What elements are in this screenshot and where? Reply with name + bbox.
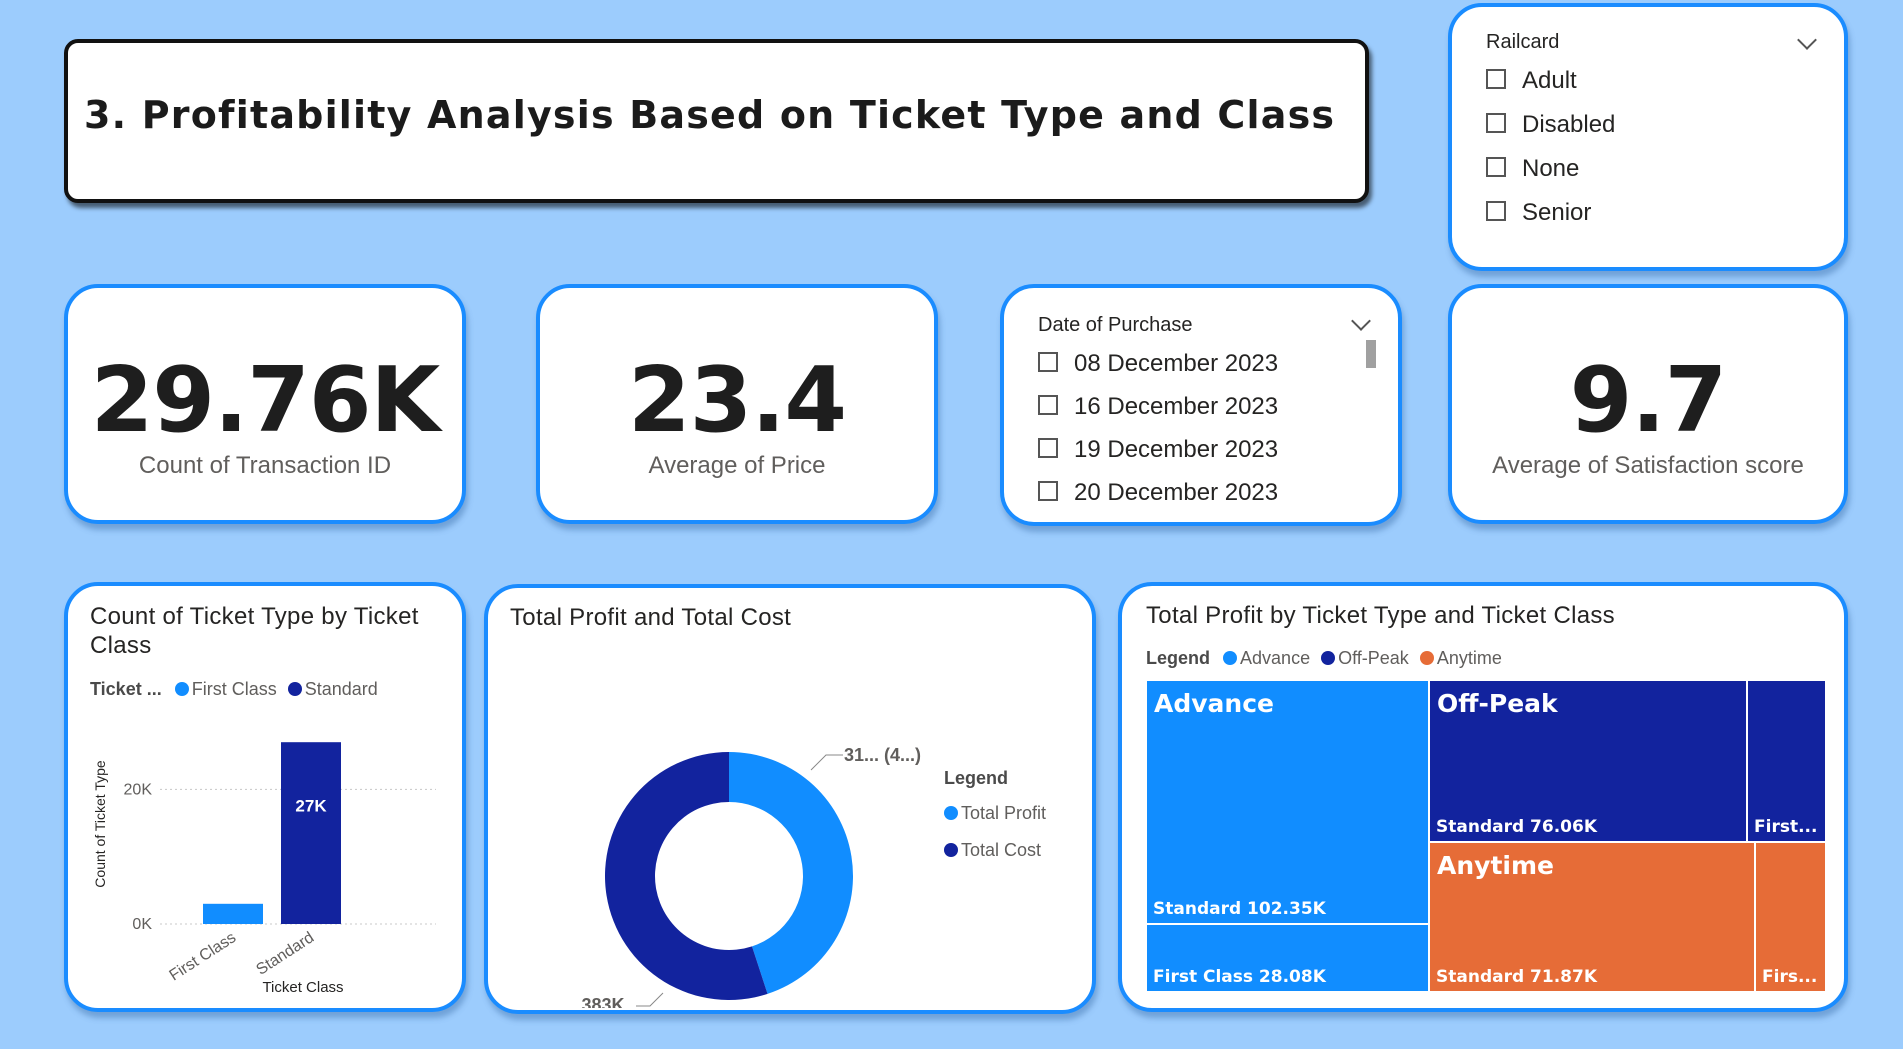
donut-legend-title: Legend [944, 768, 1009, 788]
y-tick-label: 20K [124, 781, 153, 798]
date-slicer-header: Date of Purchase [1038, 314, 1193, 336]
kpi-card-transactions: 29.76K Count of Transaction ID [64, 284, 466, 524]
y-tick-label: 0K [132, 916, 152, 933]
legend-dot [1223, 651, 1238, 665]
kpi-label: Count of Transaction ID [138, 452, 392, 479]
leader-line [810, 754, 843, 771]
leader-line [636, 992, 664, 1007]
checkbox[interactable] [1038, 395, 1058, 415]
treemap-legend: Legend Advance Off-Peak Anytime [1146, 648, 1502, 669]
bar-chart-plot: 0K 20K First Class Standard 27K Ticket Class C… [92, 742, 436, 996]
kpi-card-satisfaction: 9.7 Average of Satisfaction score [1448, 284, 1848, 524]
y-axis-title: Count of Ticket Type [92, 760, 108, 888]
bar-chart-title: Count of Ticket Type by Ticket Class [90, 603, 419, 659]
legend-item-advance[interactable]: Advance [1223, 648, 1310, 668]
legend-dot [944, 806, 958, 820]
treemap-group-label: Anytime [1437, 851, 1554, 880]
legend-title: Legend [1146, 648, 1211, 668]
kpi-label: Average of Price [648, 452, 826, 479]
x-tick-label: Standard [253, 929, 317, 979]
page-title: 3. Profitability Analysis Based on Ticke… [84, 93, 1336, 137]
checkbox[interactable] [1038, 438, 1058, 458]
legend-item-anytime[interactable]: Anytime [1419, 648, 1502, 668]
x-tick-label: First Class [167, 929, 240, 984]
scrollbar-thumb[interactable] [1366, 340, 1376, 368]
chevron-down-icon[interactable] [1351, 311, 1371, 331]
kpi-card-price: 23.4 Average of Price [536, 284, 938, 524]
treemap-cell-label: Standard 71.87K [1436, 967, 1598, 987]
legend-dot [1321, 651, 1336, 665]
data-label: 27K [295, 796, 327, 815]
legend-dot [944, 843, 958, 857]
legend-item-first-class[interactable]: First Class [174, 679, 277, 699]
donut-chart-title: Total Profit and Total Cost [510, 604, 792, 631]
treemap-cell-advance-standard[interactable]: Advance Standard 102.35K [1146, 680, 1429, 924]
legend-dot [287, 682, 302, 696]
railcard-slicer-header: Railcard [1486, 31, 1560, 53]
bar-chart-card: Count of Ticket Type by Ticket Class Tic… [64, 582, 466, 1012]
treemap-plot: Advance Standard 102.35K First Class 28.… [1146, 680, 1826, 992]
bar-standard [281, 742, 341, 924]
legend-item-off-peak[interactable]: Off-Peak [1321, 648, 1409, 668]
treemap-cell-offpeak-standard[interactable]: Off-Peak Standard 76.06K [1429, 680, 1747, 842]
donut-label-cost-value: 383K [581, 995, 624, 1008]
kpi-value: 29.76K [90, 348, 440, 453]
title-box: 3. Profitability Analysis Based on Ticke… [64, 39, 1369, 203]
treemap-cell-label: First... [1754, 817, 1818, 837]
kpi-label: Average of Satisfaction score [1492, 452, 1804, 479]
checkbox[interactable] [1486, 113, 1506, 133]
railcard-slicer[interactable]: Railcard Adult Disabled None Senior [1448, 3, 1848, 271]
kpi-value: 23.4 [627, 348, 847, 453]
treemap-cell-label: First Class 28.08K [1153, 967, 1326, 987]
legend-title: Ticket ... [90, 679, 162, 699]
checkbox[interactable] [1038, 481, 1058, 501]
donut-label-profit: 31... (4...) [844, 745, 921, 765]
treemap-title: Total Profit by Ticket Type and Ticket C… [1146, 602, 1615, 629]
treemap-card: Total Profit by Ticket Type and Ticket C… [1118, 582, 1848, 1012]
treemap-group-label: Advance [1154, 689, 1274, 718]
legend-item-total-cost[interactable]: Total Cost [944, 840, 1041, 861]
kpi-value: 9.7 [1569, 348, 1727, 453]
legend-item-standard[interactable]: Standard [287, 679, 378, 699]
treemap-cell-label: Firs... [1762, 967, 1818, 987]
chevron-down-icon[interactable] [1797, 30, 1817, 50]
treemap-cell-label: Standard 76.06K [1436, 817, 1598, 837]
legend-dot [174, 682, 189, 696]
treemap-cell-anytime-first[interactable]: Firs... [1755, 842, 1826, 992]
treemap-group-label: Off-Peak [1437, 689, 1558, 718]
treemap-cell-label: Standard 102.35K [1153, 899, 1326, 919]
bar-first-class [203, 903, 263, 924]
x-axis-title: Ticket Class [262, 979, 343, 996]
checkbox[interactable] [1038, 352, 1058, 372]
bar-chart-legend: Ticket ... First Class Standard [90, 679, 378, 700]
legend-item-total-profit[interactable]: Total Profit [944, 803, 1046, 824]
checkbox[interactable] [1486, 201, 1506, 221]
legend-dot [1419, 651, 1434, 665]
donut-chart-plot: 31... (4...)383K(55%) [581, 745, 921, 1008]
treemap-cell-advance-first[interactable]: First Class 28.08K [1146, 924, 1429, 992]
treemap-cell-offpeak-first[interactable]: First... [1747, 680, 1826, 842]
date-slicer[interactable]: Date of Purchase 08 December 2023 16 Dec… [1000, 284, 1402, 526]
checkbox[interactable] [1486, 69, 1506, 89]
checkbox[interactable] [1486, 157, 1506, 177]
donut-chart-card: Total Profit and Total Cost 31... (4...)… [484, 584, 1096, 1014]
treemap-cell-anytime-standard[interactable]: Anytime Standard 71.87K [1429, 842, 1755, 992]
